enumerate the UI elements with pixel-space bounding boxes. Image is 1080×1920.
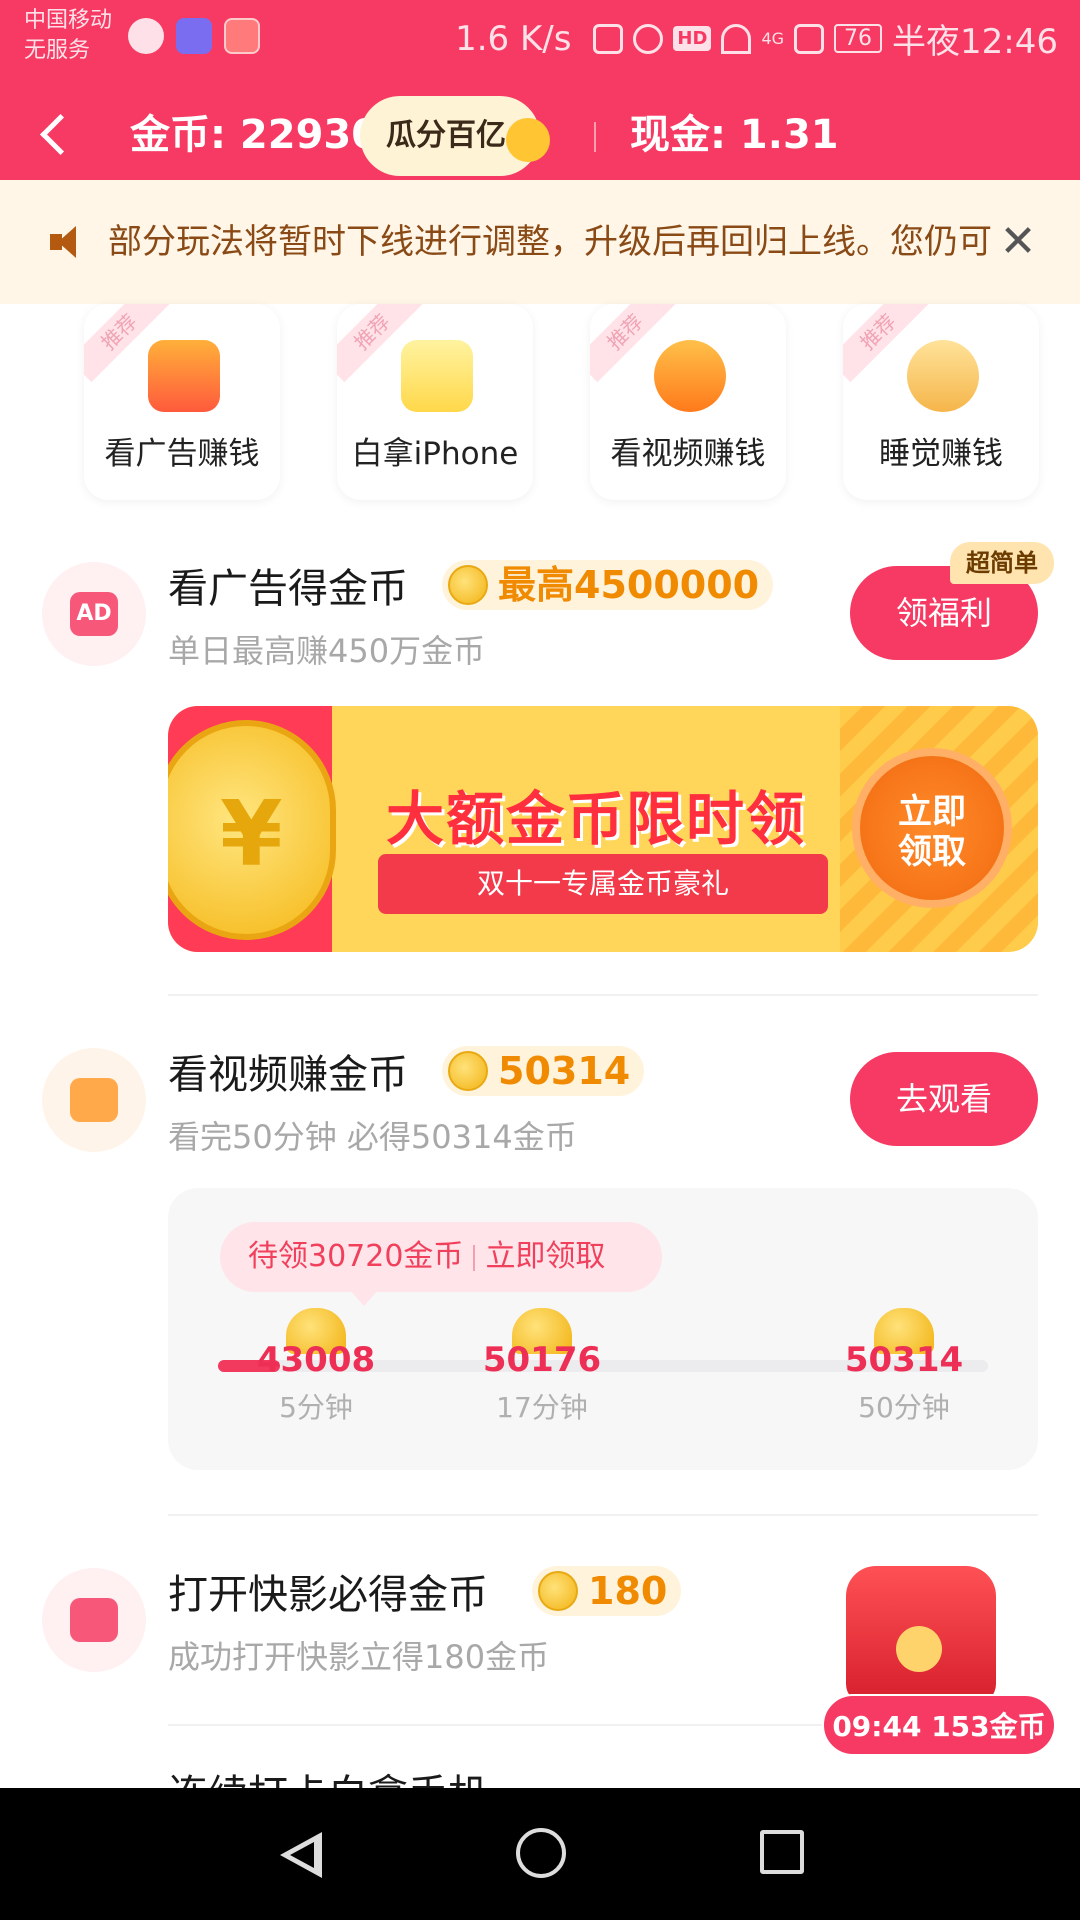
tile-watch-videos[interactable]: 推荐 看视频赚钱: [590, 304, 786, 500]
mute-icon: [593, 23, 624, 54]
big-coin-icon: ¥: [168, 720, 336, 940]
nav-recents-icon[interactable]: [760, 1830, 804, 1874]
top-bar: 金币: 22930 瓜分百亿 现金: 1.31: [0, 90, 1080, 180]
notification-icons: [128, 18, 260, 54]
reward-pill: 最高4500000: [442, 560, 774, 610]
coin-icon: [448, 1051, 488, 1091]
red-packet-icon: [846, 1566, 996, 1704]
yuan-symbol: ¥: [220, 782, 283, 887]
milestone-value: 50176: [482, 1340, 602, 1380]
pending-coins: 待领30720金币: [248, 1239, 464, 1274]
shield-icon: [176, 18, 212, 54]
status-bar: 中国移动 无服务 1.6 K/s HD 4G 76 半夜12:46: [0, 0, 1080, 76]
notice-text: 部分玩法将暂时下线进行调整，升级后再回归上线。您仍可: [108, 222, 992, 262]
video-camera-icon: [70, 1078, 118, 1122]
tile-label: 白拿iPhone: [351, 436, 519, 472]
milestone: 50314 50分钟: [834, 1308, 974, 1426]
app-store-icon: [224, 18, 260, 54]
message-bubble-icon: [128, 18, 164, 54]
ad-icon: AD: [70, 592, 118, 636]
red-packet-widget[interactable]: [842, 1566, 1038, 1714]
video-progress-card: 待领30720金币 立即领取 43008 5分钟 50176 17分钟 50314…: [168, 1188, 1038, 1470]
battery-level: 76: [834, 24, 883, 53]
tile-label: 睡觉赚钱: [879, 436, 1003, 472]
bubble-divider: [473, 1244, 476, 1271]
task-subtitle: 成功打开快影立得180金币: [168, 1638, 550, 1676]
carrier-name: 中国移动: [24, 8, 113, 33]
task-subtitle: 看完50分钟 必得50314金币: [168, 1118, 577, 1156]
countdown-reward-pill[interactable]: 09:44 153金币: [822, 1694, 1056, 1756]
tile-free-iphone[interactable]: 推荐 白拿iPhone: [337, 304, 533, 500]
milestone-time: 5分钟: [279, 1391, 353, 1424]
back-button[interactable]: [36, 112, 80, 162]
close-icon[interactable]: ✕: [996, 220, 1040, 264]
video-camera-icon: [654, 340, 726, 412]
milestone-time: 50分钟: [858, 1391, 950, 1424]
banner-ribbon: 双十一专属金币豪礼: [378, 854, 828, 914]
coin-icon: [538, 1571, 578, 1611]
pending-claim-bubble[interactable]: 待领30720金币 立即领取: [220, 1222, 662, 1306]
tile-label: 看视频赚钱: [610, 436, 766, 472]
reward-pill: 180: [532, 1566, 682, 1616]
system-nav-bar: [0, 1788, 1080, 1920]
banner-headline: 大额金币限时领: [386, 785, 807, 853]
claim-now-button[interactable]: 立即 领取: [852, 748, 1012, 908]
super-easy-badge: 超简单: [950, 542, 1054, 584]
cash-balance: 现金: 1.31: [630, 112, 839, 158]
split-billions-label: 瓜分百亿: [386, 118, 506, 153]
tile-watch-ads[interactable]: 推荐 看广告赚钱: [84, 304, 280, 500]
header-divider: [594, 122, 596, 152]
task-title: 看广告得金币: [168, 566, 408, 612]
clock: 半夜12:46: [892, 22, 1058, 62]
coin-icon: [448, 565, 488, 605]
split-billions-button[interactable]: 瓜分百亿: [360, 96, 550, 176]
status-right: 1.6 K/s HD 4G 76 半夜12:46: [455, 14, 1058, 63]
milestone-value: 50314: [844, 1340, 964, 1380]
milestone-value: 43008: [256, 1340, 376, 1380]
claim-line1: 立即: [898, 792, 966, 832]
claim-line2: 领取: [898, 832, 966, 872]
notice-bar: 部分玩法将暂时下线进行调整，升级后再回归上线。您仍可 ✕: [0, 180, 1080, 304]
carrier-info: 中国移动 无服务: [24, 6, 112, 66]
signal-icon: [794, 23, 825, 54]
hd-icon: HD: [673, 26, 712, 51]
header: 中国移动 无服务 1.6 K/s HD 4G 76 半夜12:46 金币: 22…: [0, 0, 1080, 180]
milestone-time: 17分钟: [496, 1391, 588, 1424]
reward-amount: 180: [588, 1569, 668, 1613]
carrier-status: 无服务: [24, 38, 91, 63]
iphone-icon: [401, 340, 473, 412]
task-title: 打开快影必得金币: [168, 1572, 488, 1618]
promo-banner[interactable]: ¥ 大额金币限时领 双十一专属金币豪礼 立即 领取: [168, 706, 1038, 952]
task-title: 看视频赚金币: [168, 1052, 408, 1098]
video-task-icon: [42, 1048, 146, 1152]
video-icon: [70, 1598, 118, 1642]
claim-now-link[interactable]: 立即领取: [485, 1239, 605, 1274]
milestone: 50176 17分钟: [472, 1308, 612, 1426]
network-type: 4G: [761, 29, 785, 48]
divider: [168, 994, 1038, 996]
speaker-icon: [50, 224, 88, 260]
task-subtitle: 单日最高赚450万金币: [168, 632, 486, 670]
tv-ad-icon: [148, 340, 220, 412]
go-watch-button[interactable]: 去观看: [850, 1052, 1038, 1146]
reward-amount: 50314: [498, 1049, 631, 1093]
kuaiying-task-icon: [42, 1568, 146, 1672]
alarm-icon: [633, 23, 664, 54]
milestone: 43008 5分钟: [246, 1308, 386, 1426]
network-speed: 1.6 K/s: [455, 18, 572, 59]
nav-back-icon[interactable]: [276, 1828, 326, 1882]
page: 中国移动 无服务 1.6 K/s HD 4G 76 半夜12:46 金币: 22…: [0, 0, 1080, 1920]
wifi-icon: [721, 23, 752, 54]
sleeping-person-icon: [907, 340, 979, 412]
reward-amount: 最高4500000: [498, 563, 760, 607]
coin-balance: 金币: 22930: [130, 112, 380, 158]
divider: [168, 1514, 1038, 1516]
ad-task-icon: AD: [42, 562, 146, 666]
tile-sleep-earn[interactable]: 推荐 睡觉赚钱: [843, 304, 1039, 500]
feature-tiles: 推荐 看广告赚钱 推荐 白拿iPhone 推荐 看视频赚钱 推荐 睡觉赚钱: [0, 304, 1080, 504]
reward-pill: 50314: [442, 1046, 645, 1096]
nav-home-icon[interactable]: [516, 1828, 566, 1878]
tile-label: 看广告赚钱: [104, 436, 260, 472]
